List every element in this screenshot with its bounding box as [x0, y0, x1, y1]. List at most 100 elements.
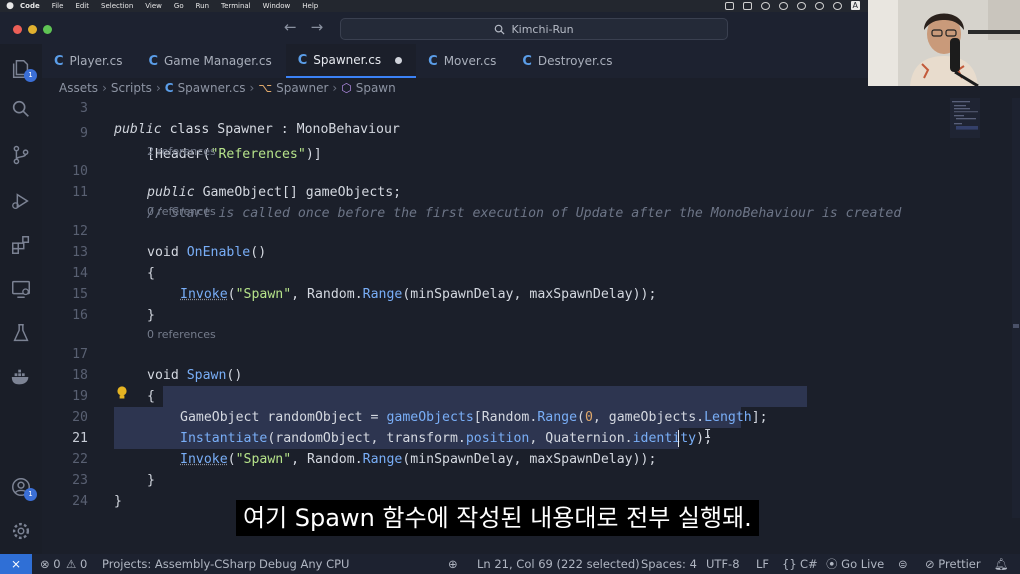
line-number: 12	[72, 224, 88, 239]
code-editor[interactable]: 3 public class Spawner : MonoBehaviour 9…	[42, 98, 1020, 518]
csharp-file-icon: C	[522, 53, 532, 69]
line-number: 18	[72, 368, 88, 383]
forward-arrow-icon[interactable]: →	[311, 18, 324, 36]
project-status[interactable]: Projects: Assembly-CSharp	[102, 554, 256, 574]
breadcrumb-assets[interactable]: Assets	[59, 81, 98, 95]
copilot-icon[interactable]: ⊜	[898, 554, 908, 574]
menu-terminal[interactable]: Terminal	[221, 2, 251, 10]
csharp-file-icon: C	[164, 81, 174, 95]
eol-status[interactable]: LF	[756, 554, 769, 574]
menu-selection[interactable]: Selection	[101, 2, 133, 10]
line-number: 16	[72, 308, 88, 323]
errors-status[interactable]: ⊗ 0	[40, 554, 61, 574]
unsaved-dot-icon[interactable]	[395, 56, 403, 64]
menu-file[interactable]: File	[52, 2, 64, 10]
tab-spawner[interactable]: C Spawner.cs	[285, 44, 417, 78]
camera-icon[interactable]	[796, 1, 806, 10]
command-center-search[interactable]: Kimchi-Run	[340, 18, 728, 40]
bluetooth-icon[interactable]	[814, 1, 824, 10]
run-debug-icon[interactable]	[10, 190, 32, 212]
testing-icon[interactable]	[10, 322, 32, 344]
chevron-right-icon: ›	[155, 81, 161, 95]
tab-player[interactable]: C Player.cs	[42, 44, 136, 78]
zoom-icon[interactable]: ⊕	[448, 554, 458, 574]
wifi-icon[interactable]	[832, 1, 842, 10]
debug-config-status[interactable]: Debug Any CPU	[259, 554, 349, 574]
line-number: 20	[72, 410, 88, 425]
navigation-arrows: ← →	[284, 18, 323, 36]
docker-icon[interactable]	[10, 366, 32, 388]
encoding-status[interactable]: UTF-8	[706, 554, 740, 574]
extensions-icon[interactable]	[10, 234, 32, 256]
tab-game-manager[interactable]: C Game Manager.cs	[136, 44, 285, 78]
chevron-right-icon: ›	[332, 81, 338, 95]
display-icon[interactable]	[742, 1, 752, 10]
line-number: 17	[72, 347, 88, 362]
tab-label: Mover.cs	[443, 54, 497, 68]
remote-indicator-icon[interactable]: ⨯	[0, 554, 32, 574]
menu-view[interactable]: View	[145, 2, 162, 10]
line-number: 15	[72, 287, 88, 302]
breadcrumb-scripts[interactable]: Scripts	[111, 81, 152, 95]
language-mode-status[interactable]: C#	[800, 554, 818, 574]
line-number: 22	[72, 452, 88, 467]
video-subtitle: 여기 Spawn 함수에 작성된 내용대로 전부 실행돼.	[236, 500, 759, 536]
line-number: 14	[72, 266, 88, 281]
error-icon: ⊗	[40, 557, 50, 571]
workspace-name: Kimchi-Run	[511, 22, 574, 36]
prettier-status[interactable]: ⊘ Prettier	[925, 554, 981, 574]
minimize-window-button[interactable]	[28, 25, 37, 34]
close-window-button[interactable]	[13, 25, 22, 34]
timer-icon[interactable]	[778, 1, 788, 10]
method-symbol-icon: ⬡	[341, 81, 352, 95]
apple-logo-icon[interactable]: ●	[0, 1, 20, 11]
breadcrumb-file[interactable]: Spawner.cs	[178, 81, 246, 95]
remote-explorer-icon[interactable]	[10, 278, 32, 300]
window-title-bar: ← → Kimchi-Run	[0, 12, 1020, 44]
notifications-bell-icon[interactable]: 🔔︎	[994, 554, 1009, 574]
line-number: 23	[72, 473, 88, 488]
minimap[interactable]	[950, 98, 980, 138]
warnings-status[interactable]: ⚠ 0	[66, 554, 87, 574]
line-number: 19	[72, 389, 88, 404]
breadcrumb-class[interactable]: Spawner	[276, 81, 328, 95]
input-source-indicator[interactable]: A	[850, 1, 860, 10]
menu-go[interactable]: Go	[174, 2, 184, 10]
warning-icon: ⚠	[66, 557, 77, 571]
indentation-status[interactable]: Spaces: 4	[641, 554, 697, 574]
csharp-file-icon: C	[297, 52, 308, 68]
class-symbol-icon: ⌥	[258, 81, 273, 95]
breadcrumb: Assets › Scripts › C Spawner.cs › ⌥ Spaw…	[59, 80, 396, 96]
tab-mover[interactable]: C Mover.cs	[416, 44, 510, 78]
back-arrow-icon[interactable]: ←	[284, 18, 297, 36]
broadcast-icon: ⦿	[826, 557, 838, 571]
codelens-references[interactable]: 0 references	[147, 326, 216, 344]
source-control-icon[interactable]	[10, 144, 32, 166]
maximize-window-button[interactable]	[43, 25, 52, 34]
search-icon[interactable]	[10, 98, 32, 120]
accounts-badge: 1	[24, 488, 37, 501]
csharp-file-icon: C	[428, 53, 438, 69]
line-number: 3	[80, 101, 88, 116]
menu-run[interactable]: Run	[196, 2, 209, 10]
status-bar: ⨯ ⊗ 0 ⚠ 0 Projects: Assembly-CSharp Debu…	[0, 554, 1020, 574]
codelens-references[interactable]: 2 references	[147, 143, 216, 161]
go-live-status[interactable]: ⦿ Go Live	[826, 554, 884, 574]
menu-window[interactable]: Window	[263, 2, 291, 10]
menu-help[interactable]: Help	[302, 2, 318, 10]
line-number: 10	[72, 164, 88, 179]
cloud-sync-icon[interactable]	[760, 1, 770, 10]
menu-app-code[interactable]: Code	[20, 2, 40, 10]
screen-record-icon[interactable]	[724, 1, 734, 10]
breadcrumb-method[interactable]: Spawn	[356, 81, 396, 95]
settings-gear-icon[interactable]	[10, 520, 32, 542]
menu-edit[interactable]: Edit	[75, 2, 89, 10]
chevron-right-icon: ›	[249, 81, 255, 95]
explorer-badge: 1	[24, 69, 37, 82]
vertical-scrollbar[interactable]	[1012, 98, 1020, 518]
codelens-references[interactable]: 0 references	[147, 203, 216, 221]
cursor-position-status[interactable]: Ln 21, Col 69 (222 selected)	[477, 554, 640, 574]
line-number: 24	[72, 494, 88, 509]
i-beam-pointer-icon: I	[704, 427, 712, 441]
tab-destroyer[interactable]: C Destroyer.cs	[510, 44, 626, 78]
